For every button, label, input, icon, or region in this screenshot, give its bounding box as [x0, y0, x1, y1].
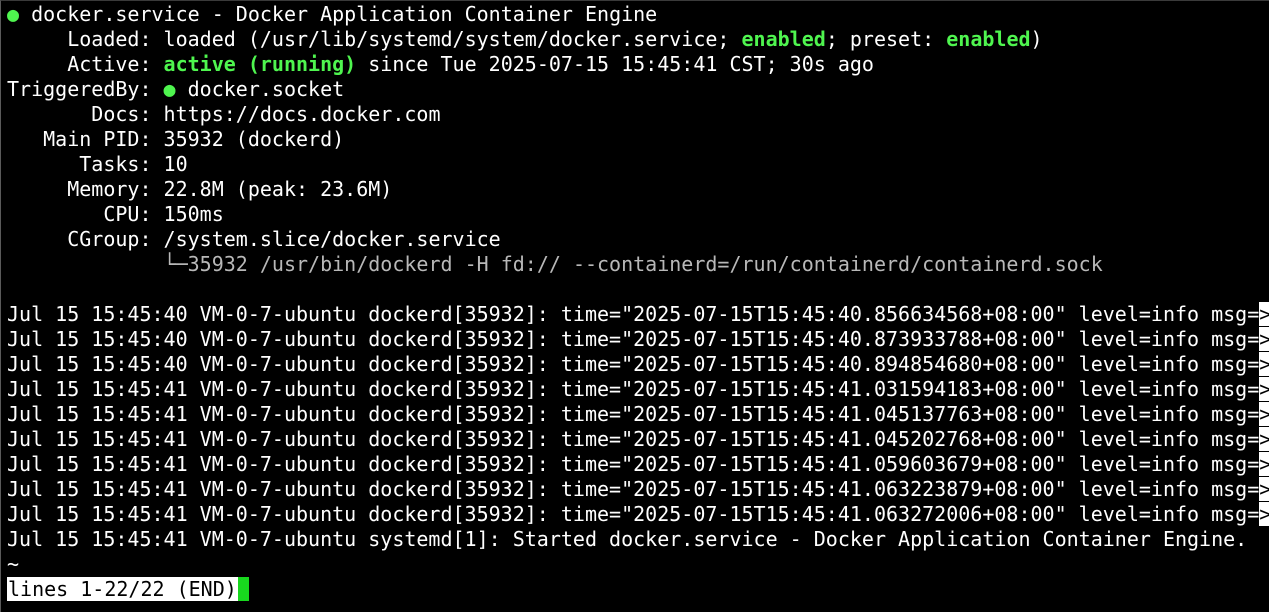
triggered-label: TriggeredBy:	[7, 77, 164, 101]
cgroup-line: CGroup: /system.slice/docker.service	[7, 227, 501, 252]
pid-value: 35932 (dockerd)	[163, 127, 345, 151]
cpu-value: 150ms	[163, 202, 224, 226]
main-pid-line: Main PID: 35932 (dockerd)	[7, 127, 344, 152]
log-text: Jul 15 15:45:41 VM-0-7-ubuntu dockerd[35…	[7, 377, 1260, 401]
docs-label: Docs:	[7, 102, 164, 126]
cgroup-process: 35932 /usr/bin/dockerd -H fd:// --contai…	[187, 252, 1103, 276]
truncated-line-marker: >	[1259, 302, 1269, 326]
cgroup-value: /system.slice/docker.service	[163, 227, 501, 251]
loaded-enabled: enabled	[741, 27, 826, 51]
empty-line-tilde: ~	[7, 552, 20, 576]
memory-value: 22.8M (peak: 23.6M)	[163, 177, 393, 201]
active-since: since Tue 2025-07-15 15:45:41 CST; 30s a…	[356, 52, 874, 76]
log-line-started: Jul 15 15:45:41 VM-0-7-ubuntu systemd[1]…	[7, 527, 1247, 552]
loaded-mid: ; preset:	[825, 27, 947, 51]
truncated-line-marker: >	[1259, 477, 1269, 501]
tasks-label: Tasks:	[7, 152, 164, 176]
loaded-label: Loaded:	[7, 27, 164, 51]
log-line: Jul 15 15:45:41 VM-0-7-ubuntu dockerd[35…	[7, 477, 1269, 502]
log-text: Jul 15 15:45:41 VM-0-7-ubuntu dockerd[35…	[7, 427, 1260, 451]
log-line: Jul 15 15:45:41 VM-0-7-ubuntu dockerd[35…	[7, 427, 1269, 452]
cpu-label: CPU:	[7, 202, 164, 226]
terminal-window[interactable]: ● docker.service - Docker Application Co…	[0, 0, 1269, 612]
tasks-line: Tasks: 10	[7, 152, 188, 177]
pager-status-bar[interactable]: lines 1-22/22 (END)	[7, 577, 249, 601]
loaded-prefix: loaded (/usr/lib/systemd/system/docker.s…	[163, 27, 742, 51]
log-line: Jul 15 15:45:41 VM-0-7-ubuntu dockerd[35…	[7, 402, 1269, 427]
docs-link[interactable]: https://docs.docker.com	[164, 102, 441, 126]
truncated-line-marker: >	[1259, 377, 1269, 401]
cpu-line: CPU: 150ms	[7, 202, 224, 227]
socket-status-dot-icon: ●	[163, 77, 176, 101]
log-text: Jul 15 15:45:41 VM-0-7-ubuntu dockerd[35…	[7, 477, 1260, 501]
log-text: Jul 15 15:45:41 VM-0-7-ubuntu dockerd[35…	[7, 402, 1260, 426]
active-line: Active: active (running) since Tue 2025-…	[7, 52, 874, 77]
log-text: Jul 15 15:45:40 VM-0-7-ubuntu dockerd[35…	[7, 327, 1260, 351]
triggered-value: docker.socket	[175, 77, 345, 101]
pager-status: lines 1-22/22 (END)	[7, 577, 238, 601]
log-text: Jul 15 15:45:40 VM-0-7-ubuntu dockerd[35…	[7, 352, 1260, 376]
tree-branch-icon: └─	[7, 252, 188, 276]
loaded-line: Loaded: loaded (/usr/lib/systemd/system/…	[7, 27, 1043, 52]
service-header-line: ● docker.service - Docker Application Co…	[7, 2, 657, 27]
truncated-line-marker: >	[1259, 327, 1269, 351]
log-line: Jul 15 15:45:41 VM-0-7-ubuntu dockerd[35…	[7, 452, 1269, 477]
truncated-line-marker: >	[1259, 452, 1269, 476]
active-label: Active:	[7, 52, 164, 76]
truncated-line-marker: >	[1259, 502, 1269, 526]
service-status-dot-icon: ●	[7, 2, 20, 26]
active-state: active (running)	[163, 52, 357, 76]
log-line: Jul 15 15:45:41 VM-0-7-ubuntu dockerd[35…	[7, 502, 1269, 527]
docs-line: Docs: https://docs.docker.com	[7, 102, 441, 127]
log-line: Jul 15 15:45:41 VM-0-7-ubuntu dockerd[35…	[7, 377, 1269, 402]
cgroup-label: CGroup:	[7, 227, 164, 251]
memory-label: Memory:	[7, 177, 164, 201]
log-line: Jul 15 15:45:40 VM-0-7-ubuntu dockerd[35…	[7, 327, 1269, 352]
tasks-value: 10	[163, 152, 188, 176]
truncated-line-marker: >	[1259, 427, 1269, 451]
loaded-preset: enabled	[946, 27, 1031, 51]
log-text: Jul 15 15:45:41 VM-0-7-ubuntu systemd[1]…	[7, 527, 1248, 551]
log-line: Jul 15 15:45:40 VM-0-7-ubuntu dockerd[35…	[7, 302, 1269, 327]
cgroup-process-line: └─35932 /usr/bin/dockerd -H fd:// --cont…	[7, 252, 1103, 277]
service-title: docker.service - Docker Application Cont…	[31, 2, 658, 26]
log-text: Jul 15 15:45:41 VM-0-7-ubuntu dockerd[35…	[7, 502, 1260, 526]
truncated-line-marker: >	[1259, 402, 1269, 426]
truncated-line-marker: >	[1259, 352, 1269, 376]
pid-label: Main PID:	[7, 127, 164, 151]
log-text: Jul 15 15:45:41 VM-0-7-ubuntu dockerd[35…	[7, 452, 1260, 476]
loaded-suffix: )	[1030, 27, 1043, 51]
log-text: Jul 15 15:45:40 VM-0-7-ubuntu dockerd[35…	[7, 302, 1260, 326]
triggered-by-line: TriggeredBy: ● docker.socket	[7, 77, 344, 102]
memory-line: Memory: 22.8M (peak: 23.6M)	[7, 177, 392, 202]
text-cursor	[237, 577, 249, 601]
log-line: Jul 15 15:45:40 VM-0-7-ubuntu dockerd[35…	[7, 352, 1269, 377]
